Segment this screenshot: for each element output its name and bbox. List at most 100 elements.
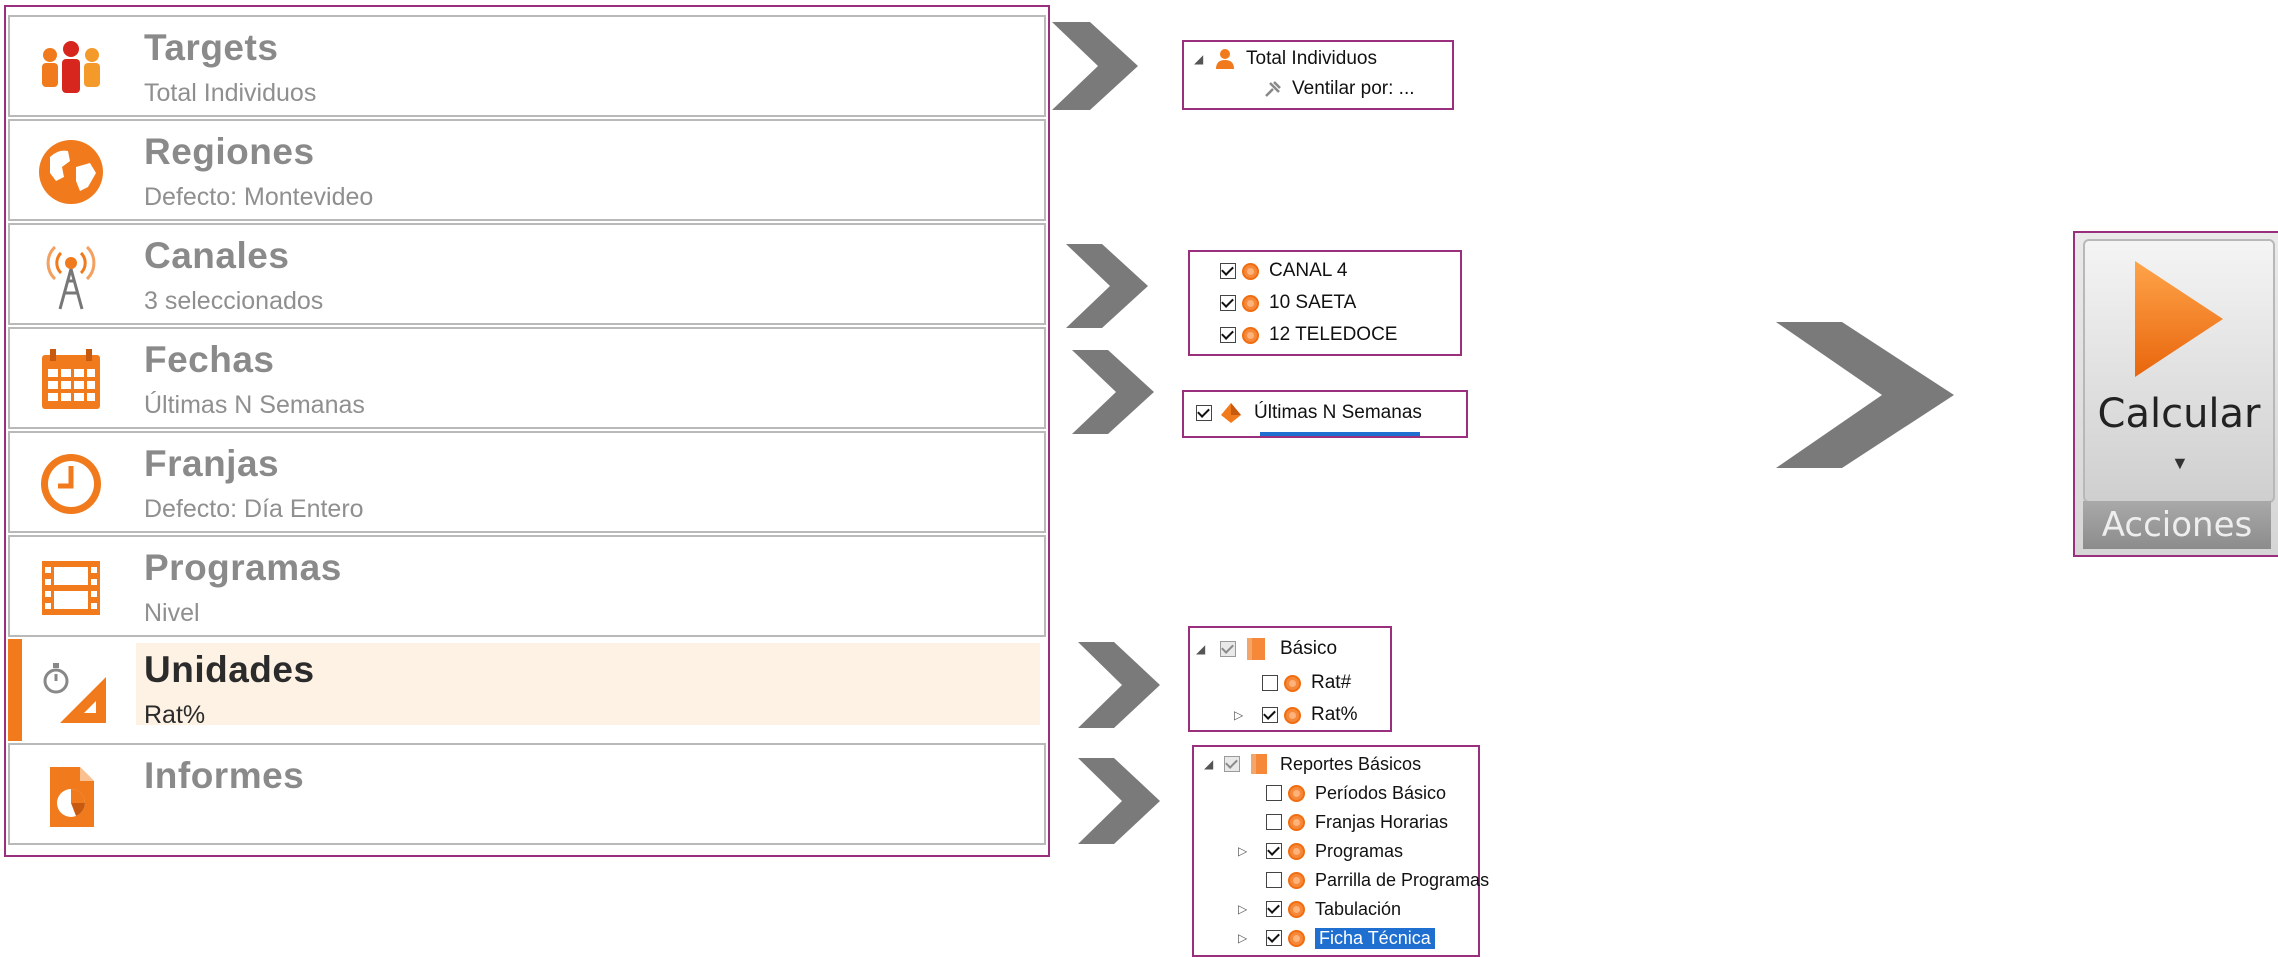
tree-node[interactable]: ▷ Programas xyxy=(1238,838,1403,864)
tree-node[interactable]: Rat# xyxy=(1262,670,1351,696)
unit-dot-icon xyxy=(1284,706,1301,724)
calcular-ribbon-group: Calcular ▼ Acciones xyxy=(2073,231,2278,557)
collapse-triangle-icon[interactable]: ◢ xyxy=(1204,757,1220,771)
nav-item-fechas[interactable]: Fechas Últimas N Semanas xyxy=(8,327,1046,429)
tree-node-label: Tabulación xyxy=(1315,898,1402,919)
nav-item-canales[interactable]: Canales 3 seleccionados xyxy=(8,223,1046,325)
tree-node[interactable]: ▷ Ficha Técnica xyxy=(1238,925,1435,951)
checkbox[interactable] xyxy=(1266,901,1282,917)
tree-node-label: Básico xyxy=(1280,638,1338,659)
nav-item-franjas[interactable]: Franjas Defecto: Día Entero xyxy=(8,431,1046,533)
people-icon xyxy=(42,41,100,93)
selection-bar xyxy=(8,639,22,741)
channel-dot-icon xyxy=(1242,326,1259,344)
nav-item-title: Canales xyxy=(144,235,290,276)
report-dot-icon xyxy=(1288,871,1305,889)
tree-node-root[interactable]: ◢ Total Individuos xyxy=(1194,46,1377,72)
tree-node-label: Total Individuos xyxy=(1246,48,1377,69)
tree-node[interactable]: ▷ Tabulación xyxy=(1238,896,1401,922)
calcular-button[interactable]: Calcular ▼ xyxy=(2083,239,2275,503)
nav-item-subtitle: Defecto: Día Entero xyxy=(144,495,364,523)
nav-item-subtitle: Total Individuos xyxy=(144,79,317,107)
canales-tree: CANAL 4 10 SAETA 12 TELEDOCE xyxy=(1188,250,1462,356)
tree-node[interactable]: CANAL 4 xyxy=(1220,258,1348,284)
tree-node[interactable]: 10 SAETA xyxy=(1220,290,1356,316)
nav-item-regiones[interactable]: Regiones Defecto: Montevideo xyxy=(8,119,1046,221)
chevron-right-icon xyxy=(1066,244,1148,328)
checkbox[interactable] xyxy=(1196,405,1212,421)
report-dot-icon xyxy=(1288,900,1305,918)
chevron-right-icon xyxy=(1776,322,1954,468)
targets-tree: ◢ Total Individuos Ventilar por: ... xyxy=(1182,40,1454,110)
checkbox[interactable] xyxy=(1220,327,1236,343)
tree-node-label: Parrilla de Programas xyxy=(1315,869,1490,890)
report-dot-icon xyxy=(1288,784,1305,802)
expand-triangle-icon[interactable]: ▷ xyxy=(1238,902,1254,916)
tree-node-label: Rat# xyxy=(1311,672,1352,693)
collapse-triangle-icon[interactable]: ◢ xyxy=(1196,642,1212,656)
film-icon xyxy=(42,561,100,615)
channel-dot-icon xyxy=(1242,294,1259,312)
report-dot-icon xyxy=(1288,813,1305,831)
tree-node[interactable]: Últimas N Semanas xyxy=(1196,400,1422,426)
selection-underline xyxy=(1260,432,1420,436)
nav-item-title: Unidades xyxy=(144,649,315,690)
fechas-tree: Últimas N Semanas xyxy=(1182,390,1468,438)
nav-item-title: Fechas xyxy=(144,339,275,380)
person-icon xyxy=(1216,49,1234,69)
nav-item-subtitle: 3 seleccionados xyxy=(144,287,324,315)
calcular-label: Calcular xyxy=(2097,391,2261,437)
expand-triangle-icon[interactable]: ▷ xyxy=(1238,844,1254,858)
tree-node-root[interactable]: ◢ Reportes Básicos xyxy=(1204,751,1421,777)
chevron-right-icon xyxy=(1078,642,1160,728)
checkbox[interactable] xyxy=(1220,263,1236,279)
tree-node-label: Ventilar por: ... xyxy=(1292,78,1415,99)
tree-node[interactable]: 12 TELEDOCE xyxy=(1220,322,1397,348)
tree-node-label: Últimas N Semanas xyxy=(1254,402,1422,423)
checkbox[interactable] xyxy=(1266,843,1282,859)
nav-item-unidades[interactable]: Unidades Rat% xyxy=(8,639,1046,741)
checkbox[interactable] xyxy=(1262,707,1278,723)
play-icon xyxy=(2135,261,2223,377)
tree-node-child[interactable]: Ventilar por: ... xyxy=(1264,76,1415,102)
checkbox[interactable] xyxy=(1262,675,1278,691)
tree-node[interactable]: Franjas Horarias xyxy=(1266,809,1448,835)
chevron-right-icon xyxy=(1072,350,1154,434)
nav-item-programas[interactable]: Programas Nivel xyxy=(8,535,1046,637)
collapse-triangle-icon[interactable]: ◢ xyxy=(1194,52,1210,66)
checkbox[interactable] xyxy=(1266,930,1282,946)
tree-node[interactable]: Períodos Básico xyxy=(1266,780,1446,806)
chevron-right-icon xyxy=(1052,22,1138,110)
nav-item-title: Regiones xyxy=(144,131,315,172)
nav-item-title: Informes xyxy=(144,755,305,796)
checkbox[interactable] xyxy=(1220,641,1236,657)
expand-triangle-icon[interactable]: ▷ xyxy=(1234,708,1250,722)
nav-item-informes[interactable]: Informes xyxy=(8,743,1046,845)
folder-icon xyxy=(1251,754,1267,774)
checkbox[interactable] xyxy=(1266,814,1282,830)
nav-item-subtitle: Defecto: Montevideo xyxy=(144,183,374,211)
globe-icon xyxy=(39,140,103,204)
calendar-icon xyxy=(42,349,100,409)
tree-node[interactable]: Parrilla de Programas xyxy=(1266,867,1489,893)
tree-node[interactable]: ▷ Rat% xyxy=(1234,702,1357,728)
report-pie-icon xyxy=(50,767,94,827)
report-dot-icon xyxy=(1288,842,1305,860)
tree-node-label: Períodos Básico xyxy=(1315,782,1447,803)
checkbox[interactable] xyxy=(1224,756,1240,772)
pin-icon xyxy=(1265,81,1281,97)
dropdown-caret-icon[interactable]: ▼ xyxy=(2171,453,2189,474)
tree-node-label: 12 TELEDOCE xyxy=(1269,324,1398,345)
nav-item-title: Franjas xyxy=(144,443,280,484)
checkbox[interactable] xyxy=(1220,295,1236,311)
tree-node-label: 10 SAETA xyxy=(1269,292,1357,313)
report-dot-icon xyxy=(1288,929,1305,947)
antenna-icon xyxy=(46,245,96,310)
checkbox[interactable] xyxy=(1266,872,1282,888)
tree-node-label: CANAL 4 xyxy=(1269,260,1348,281)
checkbox[interactable] xyxy=(1266,785,1282,801)
tree-node-root[interactable]: ◢ Básico xyxy=(1196,636,1337,662)
nav-item-targets[interactable]: Targets Total Individuos xyxy=(8,15,1046,117)
unit-dot-icon xyxy=(1284,674,1301,692)
expand-triangle-icon[interactable]: ▷ xyxy=(1238,931,1254,945)
